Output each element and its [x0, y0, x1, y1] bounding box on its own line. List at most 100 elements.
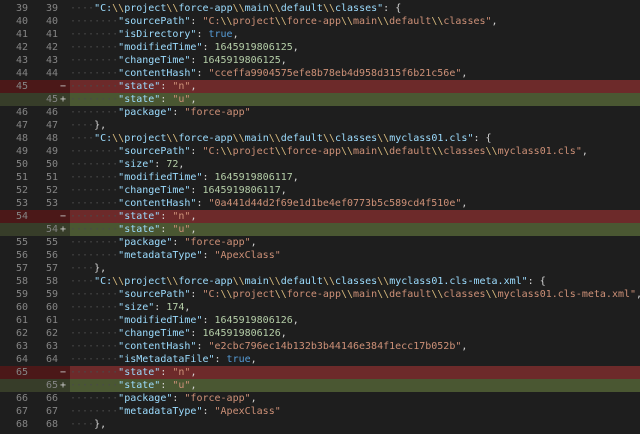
code-line[interactable]: 67 67 ········"metadataType": "ApexClass" [0, 405, 640, 418]
old-line-number: 47 [15, 120, 28, 131]
line-gutter: 44 44 [0, 67, 68, 80]
code-line[interactable]: 50 50 ········"size": 72, [0, 158, 640, 171]
new-line-number: 52 [45, 185, 58, 196]
old-line-number: 52 [15, 185, 28, 196]
line-gutter: 41 41 [0, 28, 68, 41]
old-line-number: 43 [15, 55, 28, 66]
code-line[interactable]: 63 63 ········"contentHash": "e2cbc796ec14… [0, 340, 640, 353]
line-gutter: 48 48 [0, 132, 68, 145]
old-line-number: 49 [15, 146, 28, 157]
old-line-number: 39 [15, 3, 28, 14]
new-line-number: 60 [45, 302, 58, 313]
new-line-number: 67 [45, 406, 58, 417]
old-line-number: 56 [15, 250, 28, 261]
code-line[interactable]: 59 59 ········"sourcePath": "C:\\project\\… [0, 288, 640, 301]
new-line-number: 47 [45, 120, 58, 131]
line-gutter: 42 42 [0, 41, 68, 54]
code-line[interactable]: 51 51 ········"modifiedTime": 164591980611… [0, 171, 640, 184]
line-gutter: 53 53 [0, 197, 68, 210]
new-line-number: 62 [45, 328, 58, 339]
added-line[interactable]: 45 + ········"state": "u", [0, 93, 640, 106]
code-text: ········"size": 72, [70, 159, 185, 170]
line-gutter: 62 62 [0, 327, 68, 340]
line-gutter: 67 67 [0, 405, 68, 418]
code-text: ········"contentHash": "0a441d44d2f69e1d… [70, 198, 468, 209]
line-gutter: 63 63 [0, 340, 68, 353]
code-line[interactable]: 40 40 ········"sourcePath": "C:\\project\\… [0, 15, 640, 28]
code-line[interactable]: 58 58 ····"C:\\project\\force-app\\main\\d… [0, 275, 640, 288]
line-gutter: 54 + [0, 223, 68, 236]
new-line-number: 50 [45, 159, 58, 170]
code-text: ········"sourcePath": "C:\\project\\forc… [70, 146, 588, 157]
removed-line[interactable]: 65 − ········"state": "n", [0, 366, 640, 379]
code-line[interactable]: 39 39 ····"C:\\project\\force-app\\main\\d… [0, 2, 640, 15]
code-text: ········"state": "u", [70, 93, 640, 106]
new-line-number: 53 [45, 198, 58, 209]
code-line[interactable]: 52 52 ········"changeTime": 1645919806117, [0, 184, 640, 197]
line-gutter: 47 47 [0, 119, 68, 132]
code-text: ········"modifiedTime": 1645919806117, [70, 172, 299, 183]
code-line[interactable]: 42 42 ········"modifiedTime": 164591980612… [0, 41, 640, 54]
line-gutter: 61 61 [0, 314, 68, 327]
code-line[interactable]: 44 44 ········"contentHash": "cceffa990457… [0, 67, 640, 80]
removed-marker: − [59, 81, 67, 92]
code-line[interactable]: 53 53 ········"contentHash": "0a441d44d2f6… [0, 197, 640, 210]
old-line-number: 54 [15, 211, 28, 222]
new-line-number: 45 [45, 94, 58, 105]
code-text: ········"modifiedTime": 1645919806126, [70, 315, 299, 326]
code-line[interactable]: 66 66 ········"package": "force-app", [0, 392, 640, 405]
line-gutter: 50 50 [0, 158, 68, 171]
removed-line[interactable]: 54 − ········"state": "n", [0, 210, 640, 223]
code-line[interactable]: 56 56 ········"metadataType": "ApexClass" [0, 249, 640, 262]
old-line-number: 62 [15, 328, 28, 339]
code-line[interactable]: 62 62 ········"changeTime": 1645919806126, [0, 327, 640, 340]
code-text: ········"state": "n", [70, 80, 640, 93]
line-gutter: 59 59 [0, 288, 68, 301]
old-line-number: 40 [15, 16, 28, 27]
added-line[interactable]: 65 + ········"state": "u", [0, 379, 640, 392]
old-line-number: 46 [15, 107, 28, 118]
added-line[interactable]: 54 + ········"state": "u", [0, 223, 640, 236]
code-text: ········"modifiedTime": 1645919806125, [70, 42, 299, 53]
code-text: ········"contentHash": "e2cbc796ec14b132… [70, 341, 468, 352]
old-line-number: 63 [15, 341, 28, 352]
code-line[interactable]: 61 61 ········"modifiedTime": 164591980612… [0, 314, 640, 327]
line-gutter: 65 − [0, 366, 68, 379]
line-gutter: 45 − [0, 80, 68, 93]
diff-editor[interactable]: 39 39 ····"C:\\project\\force-app\\main\\d… [0, 0, 640, 434]
removed-line[interactable]: 45 − ········"state": "n", [0, 80, 640, 93]
code-line[interactable]: 47 47 ····}, [0, 119, 640, 132]
code-text: ····"C:\\project\\force-app\\main\\defau… [70, 276, 546, 287]
new-line-number: 44 [45, 68, 58, 79]
code-line[interactable]: 60 60 ········"size": 174, [0, 301, 640, 314]
code-text: ········"metadataType": "ApexClass" [70, 250, 281, 261]
code-line[interactable]: 48 48 ····"C:\\project\\force-app\\main\\d… [0, 132, 640, 145]
old-line-number: 55 [15, 237, 28, 248]
new-line-number: 68 [45, 419, 58, 430]
line-gutter: 64 64 [0, 353, 68, 366]
new-line-number: 59 [45, 289, 58, 300]
old-line-number: 61 [15, 315, 28, 326]
code-line[interactable]: 64 64 ········"isMetadataFile": true, [0, 353, 640, 366]
code-text: ········"state": "u", [70, 223, 640, 236]
code-line[interactable]: 41 41 ········"isDirectory": true, [0, 28, 640, 41]
code-line[interactable]: 49 49 ········"sourcePath": "C:\\project\\… [0, 145, 640, 158]
line-gutter: 51 51 [0, 171, 68, 184]
code-line[interactable]: 57 57 ····}, [0, 262, 640, 275]
code-line[interactable]: 55 55 ········"package": "force-app", [0, 236, 640, 249]
code-line[interactable]: 46 46 ········"package": "force-app" [0, 106, 640, 119]
new-line-number: 61 [45, 315, 58, 326]
code-line[interactable]: 43 43 ········"changeTime": 1645919806125, [0, 54, 640, 67]
line-gutter: 45 + [0, 93, 68, 106]
new-line-number: 49 [45, 146, 58, 157]
code-text: ········"state": "n", [70, 210, 640, 223]
code-text: ····}, [70, 419, 107, 430]
new-line-number: 55 [45, 237, 58, 248]
code-text: ····"C:\\project\\force-app\\main\\defau… [70, 133, 492, 144]
line-gutter: 43 43 [0, 54, 68, 67]
line-gutter: 57 57 [0, 262, 68, 275]
code-line[interactable]: 68 68 ····}, [0, 418, 640, 431]
new-line-number: 40 [45, 16, 58, 27]
new-line-number: 42 [45, 42, 58, 53]
code-text: ········"isDirectory": true, [70, 29, 239, 40]
